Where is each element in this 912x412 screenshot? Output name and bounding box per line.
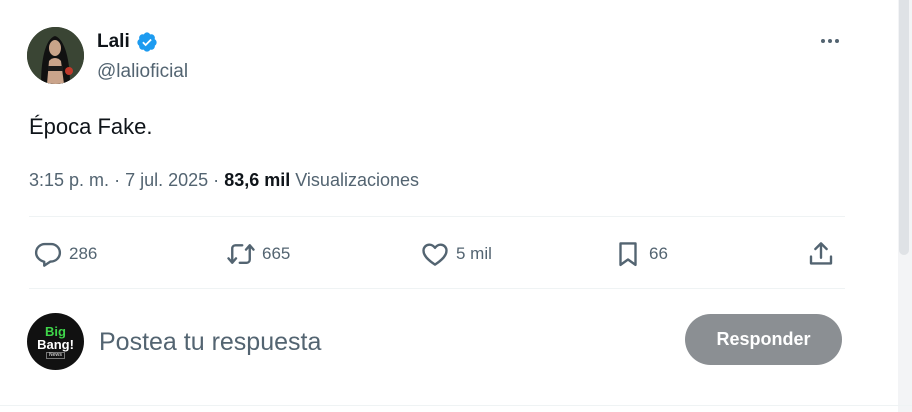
tweet-text: Época Fake. bbox=[29, 114, 153, 139]
share-button[interactable] bbox=[806, 236, 836, 272]
views-count: 83,6 mil bbox=[224, 170, 291, 190]
reply-submit-button[interactable]: Responder bbox=[685, 314, 842, 365]
more-icon-dot bbox=[835, 39, 839, 43]
author-handle[interactable]: @lalioficial bbox=[97, 60, 188, 84]
author-name[interactable]: Lali bbox=[97, 30, 130, 54]
more-icon-dot bbox=[828, 39, 832, 43]
verified-badge-icon bbox=[137, 32, 157, 52]
more-options-button[interactable] bbox=[815, 28, 845, 54]
like-button[interactable]: 5 mil bbox=[420, 236, 492, 272]
share-icon bbox=[809, 242, 833, 265]
meta-separator: · bbox=[213, 170, 220, 190]
avatar-logo-text: Big bbox=[45, 323, 66, 339]
avatar-logo-text: News bbox=[45, 351, 66, 359]
divider bbox=[29, 216, 845, 217]
divider bbox=[0, 405, 912, 406]
bookmark-count: 66 bbox=[649, 244, 668, 263]
repost-icon bbox=[227, 244, 255, 264]
author-avatar[interactable] bbox=[27, 27, 84, 84]
bookmark-button[interactable]: 66 bbox=[613, 236, 668, 272]
reply-icon bbox=[34, 242, 62, 267]
avatar-image bbox=[27, 27, 84, 84]
views-label: Visualizaciones bbox=[295, 170, 419, 190]
bookmark-icon bbox=[619, 242, 637, 267]
divider bbox=[29, 288, 845, 289]
tweet-time[interactable]: 3:15 p. m. bbox=[29, 170, 109, 190]
like-count: 5 mil bbox=[456, 244, 492, 263]
reply-count: 286 bbox=[69, 244, 98, 263]
scrollbar-thumb[interactable] bbox=[899, 0, 909, 255]
tweet-meta: 3:15 p. m. · 7 jul. 2025 · 83,6 mil Visu… bbox=[29, 168, 419, 192]
tweet-date[interactable]: 7 jul. 2025 bbox=[125, 170, 208, 190]
heart-icon bbox=[422, 243, 448, 266]
more-icon-dot bbox=[821, 39, 825, 43]
repost-button[interactable]: 665 bbox=[226, 236, 290, 272]
reply-button[interactable]: 286 bbox=[33, 236, 97, 272]
repost-count: 665 bbox=[262, 244, 291, 263]
avatar-logo-text: Bang! bbox=[37, 336, 74, 352]
reply-input[interactable] bbox=[99, 322, 659, 362]
meta-separator: · bbox=[114, 170, 121, 190]
reply-user-avatar[interactable]: Big Bang! News bbox=[27, 313, 84, 370]
